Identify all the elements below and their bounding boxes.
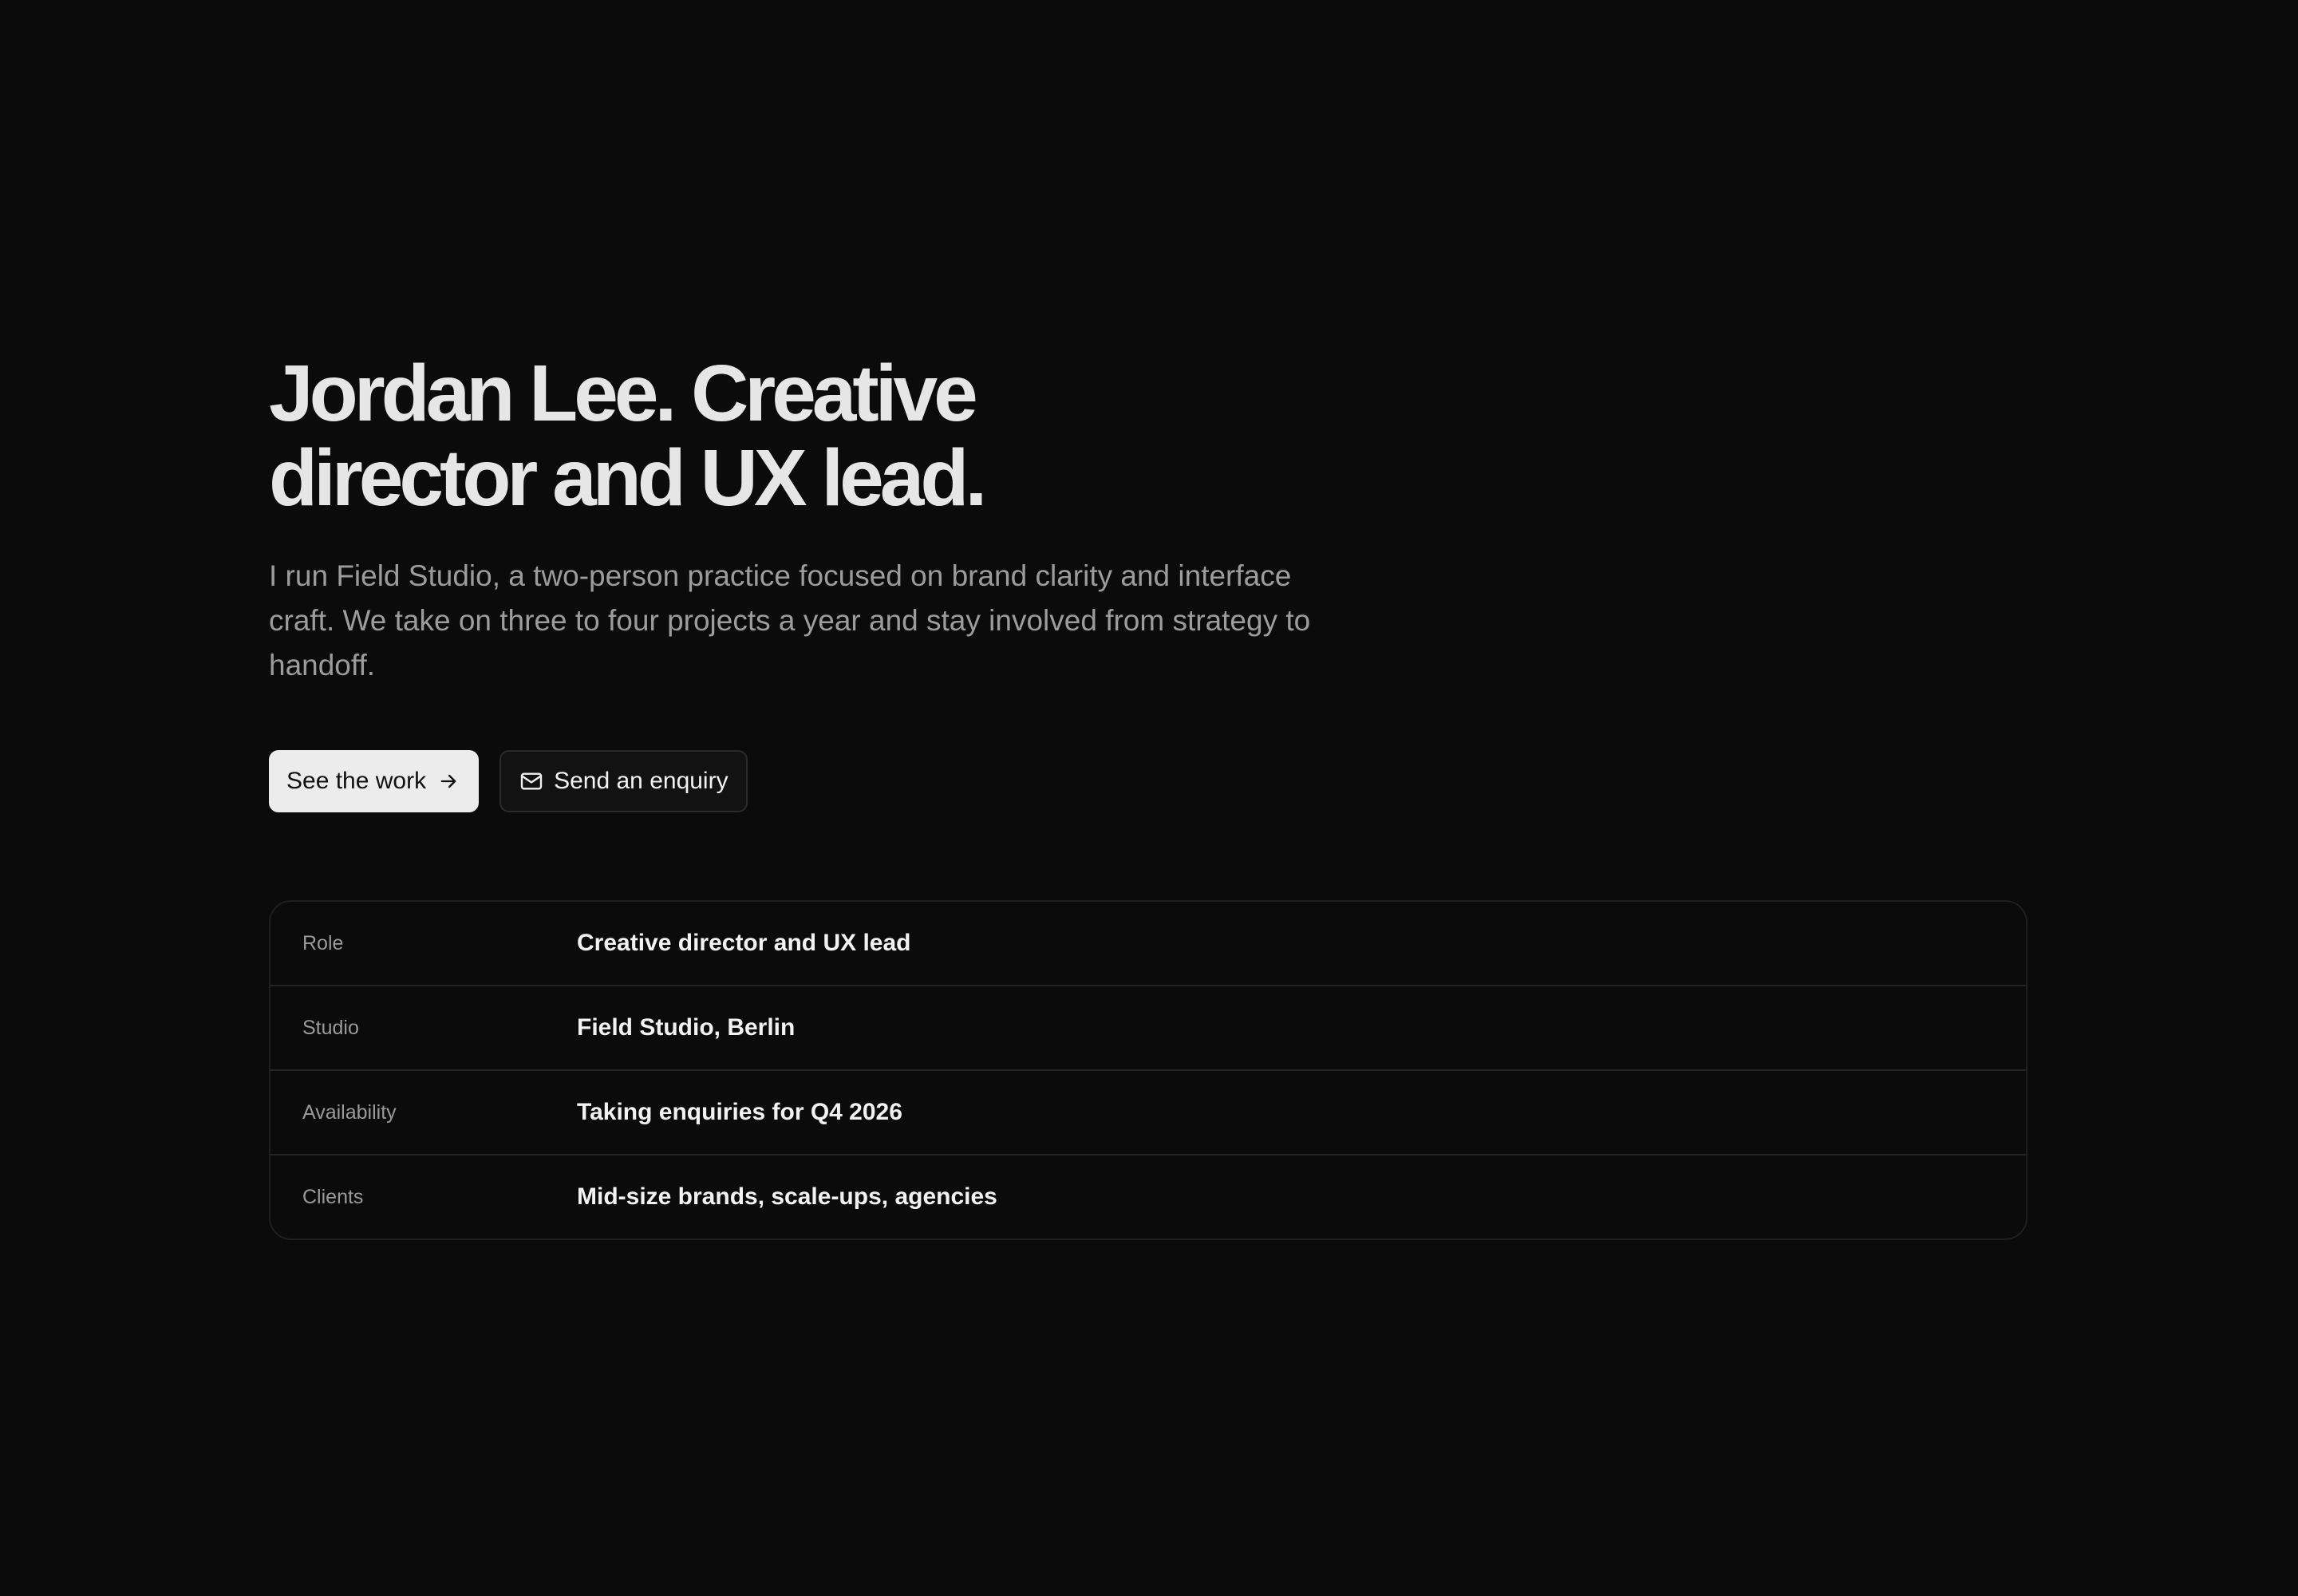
details-row-role: Role Creative director and UX lead [270, 902, 2026, 986]
details-table: Role Creative director and UX lead Studi… [269, 900, 2028, 1240]
send-enquiry-label: Send an enquiry [554, 768, 728, 794]
details-row-availability: Availability Taking enquiries for Q4 202… [270, 1071, 2026, 1156]
mail-icon [519, 768, 544, 794]
hero-actions: See the work Send an enquiry [269, 750, 1386, 812]
details-label: Studio [302, 1016, 359, 1039]
headline-line-2: director and UX lead. [269, 433, 987, 523]
hero-section: Jordan Lee. Creative director and UX lea… [269, 351, 1386, 812]
details-label: Clients [302, 1185, 364, 1208]
intro-paragraph: I run Field Studio, a two-person practic… [269, 559, 1311, 681]
details-label: Role [302, 931, 344, 954]
arrow-right-icon [437, 770, 460, 792]
page: Jordan Lee. Creative director and UX lea… [0, 0, 2298, 1596]
see-the-work-button[interactable]: See the work [269, 750, 480, 812]
send-enquiry-button[interactable]: Send an enquiry [499, 750, 748, 812]
headline-line-1: Jordan Lee. Creative [269, 349, 978, 438]
details-row-studio: Studio Field Studio, Berlin [270, 986, 2026, 1071]
details-value: Mid-size brands, scale-ups, agencies [577, 1183, 997, 1210]
details-row-clients: Clients Mid-size brands, scale-ups, agen… [270, 1156, 2026, 1238]
details-value: Taking enquiries for Q4 2026 [577, 1099, 902, 1125]
see-the-work-label: See the work [286, 768, 427, 794]
details-value: Field Studio, Berlin [577, 1014, 796, 1041]
details-value: Creative director and UX lead [577, 930, 911, 956]
page-title: Jordan Lee. Creative director and UX lea… [269, 351, 1386, 520]
details-label: Availability [302, 1100, 397, 1124]
